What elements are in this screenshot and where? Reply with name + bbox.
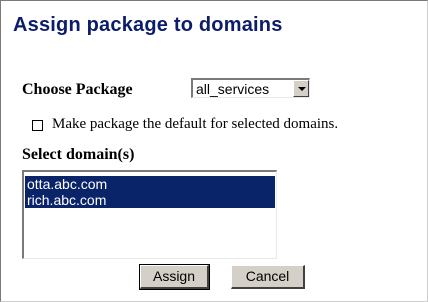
package-select-value: all_services [196,81,270,97]
select-domains-label: Select domain(s) [22,146,135,163]
cancel-button[interactable]: Cancel [231,265,305,289]
chevron-down-icon[interactable] [293,80,309,97]
domains-listbox[interactable]: otta.abc.com rich.abc.com [22,170,277,259]
package-select[interactable]: all_services [191,78,310,98]
assign-button[interactable]: Assign [139,264,210,290]
default-package-checkbox[interactable] [32,120,43,131]
list-item[interactable]: rich.abc.com [25,192,275,208]
list-item[interactable]: otta.abc.com [25,176,275,192]
choose-package-label: Choose Package [22,81,133,98]
default-package-label: Make package the default for selected do… [52,116,339,132]
assign-package-dialog: Assign package to domains Choose Package… [0,0,428,302]
page-title: Assign package to domains [13,14,283,36]
